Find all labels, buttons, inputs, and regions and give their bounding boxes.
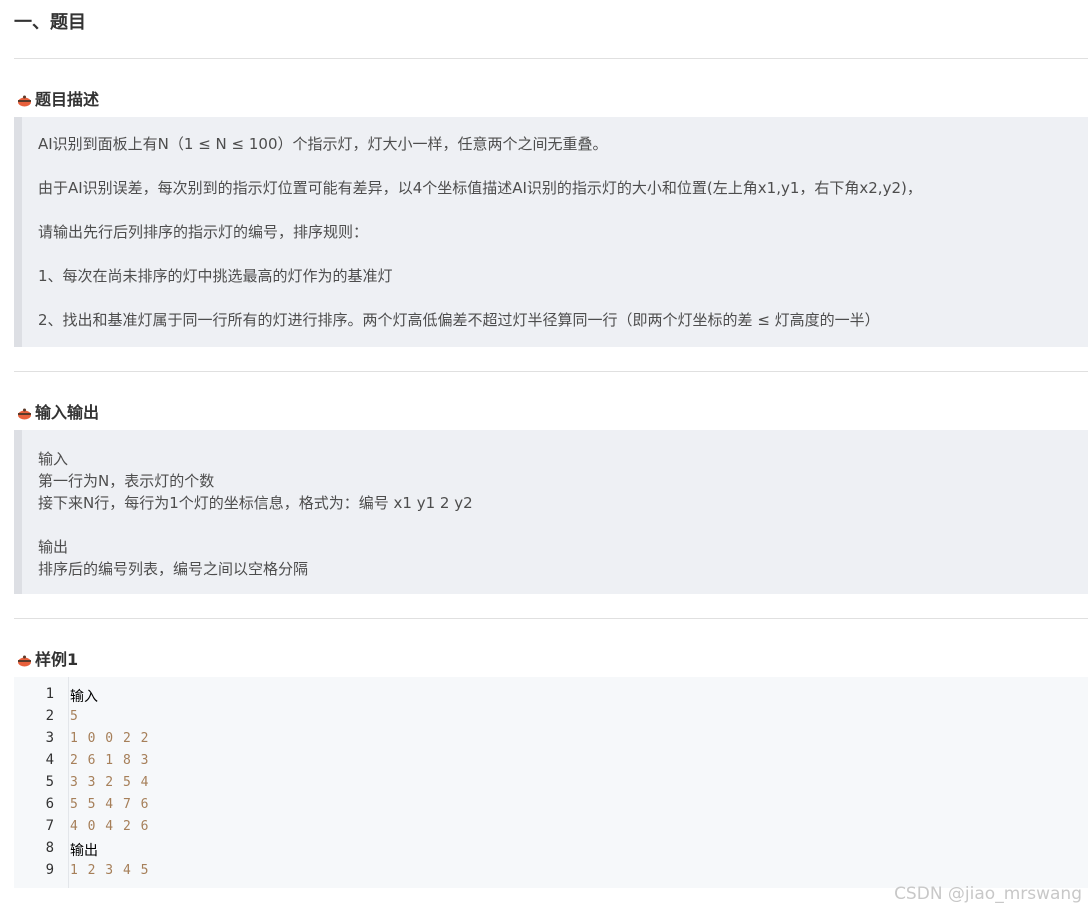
- io-line: 输入: [38, 450, 69, 468]
- io-line: 排序后的编号列表，编号之间以空格分隔: [38, 560, 309, 578]
- code-line: 输入: [70, 689, 98, 705]
- io-blockquote: 输入 第一行为N，表示灯的个数 接下来N行，每行为1个灯的坐标信息，格式为：编号…: [14, 430, 1088, 594]
- code-line: 3 3 2 5 4: [70, 775, 150, 790]
- divider: [14, 58, 1088, 59]
- line-number: 7: [45, 818, 54, 834]
- pot-icon: [17, 92, 32, 107]
- pot-icon: [17, 652, 32, 667]
- io-line: 第一行为N，表示灯的个数: [38, 472, 215, 490]
- description-blockquote: AI识别到面板上有N（1 ≤ N ≤ 100）个指示灯，灯大小一样，任意两个之间…: [14, 117, 1088, 347]
- divider: [14, 371, 1088, 372]
- line-number: 4: [45, 752, 54, 768]
- line-number: 6: [45, 796, 54, 812]
- section-title: 题目描述: [35, 90, 100, 109]
- pot-icon: [17, 405, 32, 420]
- line-number: 3: [45, 730, 54, 746]
- line-number: 5: [45, 774, 54, 790]
- line-number: 2: [45, 708, 54, 724]
- section-heading-description: 题目描述: [17, 86, 99, 110]
- io-line: 接下来N行，每行为1个灯的坐标信息，格式为：编号 x1 y1 2 y2: [38, 494, 473, 512]
- section-heading-sample: 样例1: [17, 646, 78, 670]
- code-line: 5 5 4 7 6: [70, 797, 150, 812]
- line-number: 1: [45, 686, 54, 702]
- description-line: AI识别到面板上有N（1 ≤ N ≤ 100）个指示灯，灯大小一样，任意两个之间…: [38, 135, 608, 153]
- description-line: 请输出先行后列排序的指示灯的编号，排序规则：: [38, 223, 369, 241]
- watermark: CSDN @jiao_mrswang: [894, 884, 1082, 904]
- code-line: 输出: [70, 843, 98, 859]
- io-line: 输出: [38, 538, 69, 556]
- description-line: 2、找出和基准灯属于同一行所有的灯进行排序。两个灯高低偏差不超过灯半径算同一行（…: [38, 311, 880, 329]
- description-line: 1、每次在尚未排序的灯中挑选最高的灯作为的基准灯: [38, 267, 393, 285]
- code-block[interactable]: 1 输入 2 5 3 1 0 0 2 2 4 2 6 1 8 3 5 3 3 2…: [14, 677, 1088, 888]
- code-line: 2 6 1 8 3: [70, 753, 150, 768]
- code-line: 5: [70, 709, 79, 724]
- section-title: 样例1: [35, 650, 79, 669]
- line-number: 8: [45, 840, 54, 856]
- code-line: 1 2 3 4 5: [70, 863, 150, 878]
- divider: [14, 618, 1088, 619]
- line-number: 9: [45, 862, 54, 878]
- code-line: 4 0 4 2 6: [70, 819, 150, 834]
- code-line: 1 0 0 2 2: [70, 731, 150, 746]
- page-title: 一、题目: [14, 12, 86, 33]
- section-title: 输入输出: [35, 403, 100, 422]
- description-line: 由于AI识别误差，每次别到的指示灯位置可能有差异，以4个坐标值描述AI识别的指示…: [38, 179, 922, 197]
- section-heading-io: 输入输出: [17, 399, 99, 423]
